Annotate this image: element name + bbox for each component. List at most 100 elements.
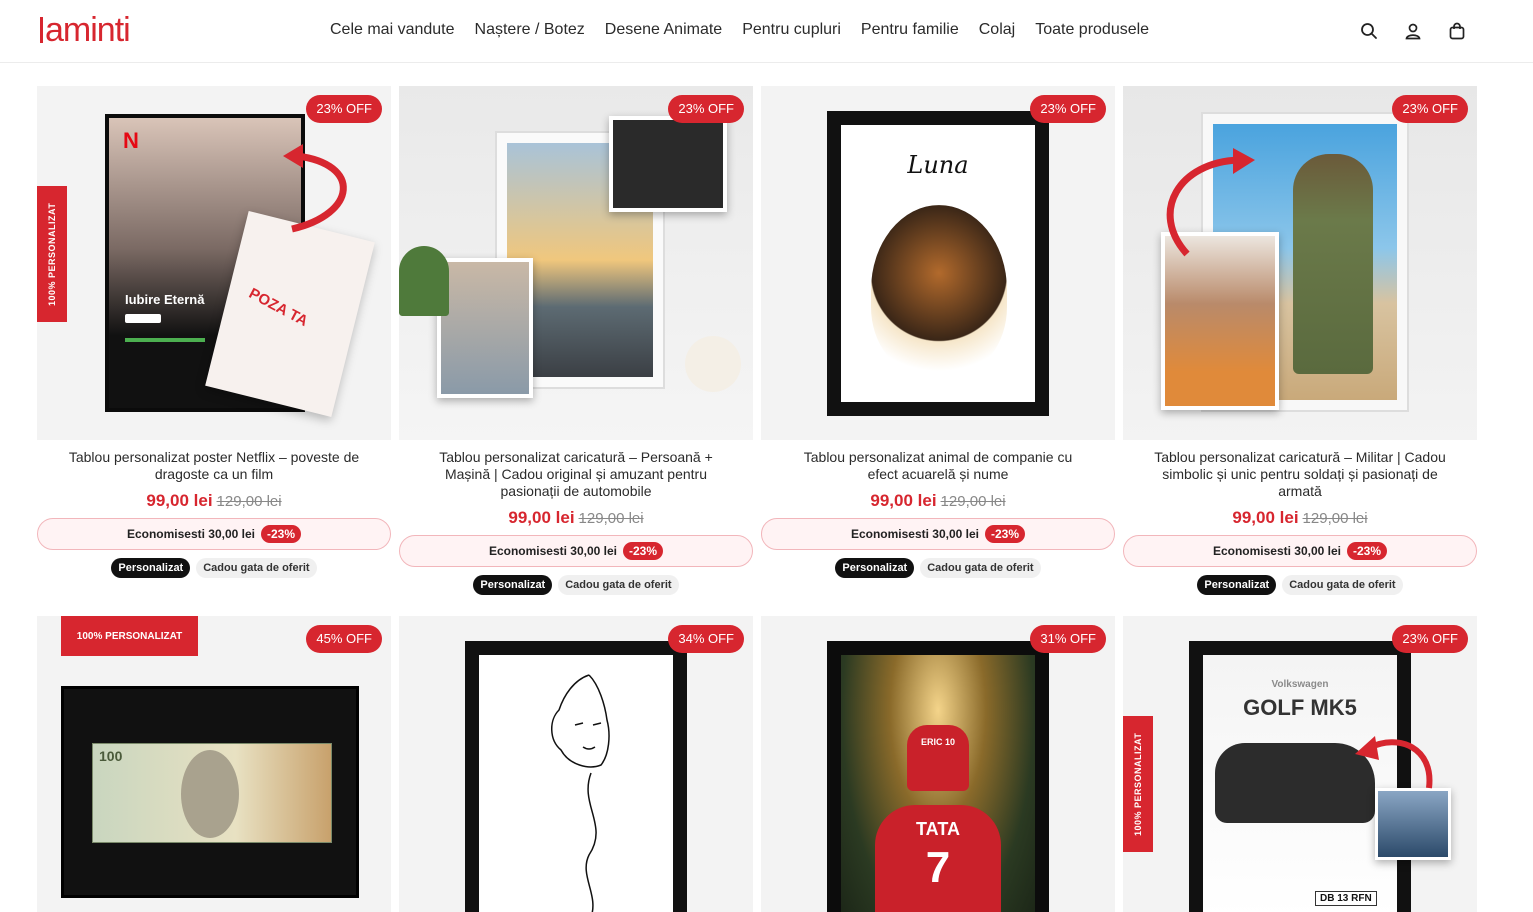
candle-decor	[685, 336, 741, 392]
plant-decor	[399, 246, 449, 316]
car-brand: Volkswagen	[1271, 679, 1329, 690]
tag-list: Personalizat Cadou gata de oferit	[761, 558, 1115, 578]
sale-price: 99,00 lei	[1232, 508, 1299, 527]
pet-name: Luna	[907, 151, 969, 179]
discount-badge: 23% OFF	[1030, 95, 1106, 123]
poster-title: Iubire Eternă	[125, 292, 205, 307]
savings-pill: Economisesti 30,00 lei -23%	[761, 518, 1115, 550]
tag-personalized: Personalizat	[1197, 575, 1277, 595]
photo-label: POZA TA	[245, 284, 311, 331]
product-card[interactable]: Luna 23% OFF Tablou personalizat animal …	[761, 86, 1115, 578]
product-image[interactable]: 23% OFF	[1123, 86, 1477, 440]
discount-badge: 23% OFF	[668, 95, 744, 123]
child-jersey: ERIC 10	[907, 725, 969, 791]
product-title[interactable]: Tablou personalizat caricatură – Militar…	[1123, 449, 1477, 500]
product-card[interactable]: 100% PERSONALIZAT N Iubire Eternă POZA T…	[37, 86, 391, 578]
product-card[interactable]: 34% OFF	[399, 616, 753, 912]
savings-percent: -23%	[1347, 542, 1388, 560]
football-frame: ERIC 10 TATA 7	[827, 641, 1049, 912]
arrow-icon	[1166, 148, 1255, 257]
account-icon[interactable]	[1402, 20, 1424, 42]
product-card[interactable]: 100% PERSONALIZAT Volkswagen GOLF MK5 DB…	[1123, 616, 1477, 912]
savings-text: Economisesti 30,00 lei	[850, 527, 980, 541]
product-card[interactable]: 100% PERSONALIZAT 100 45% OFF	[37, 616, 391, 912]
tag-personalized: Personalizat	[835, 558, 915, 578]
personalized-ribbon: 100% PERSONALIZAT	[61, 616, 198, 656]
product-image[interactable]: 34% OFF	[399, 616, 753, 912]
tag-list: Personalizat Cadou gata de oferit	[1123, 575, 1477, 595]
netflix-logo-icon: N	[123, 128, 139, 153]
product-image[interactable]: 100% PERSONALIZAT Volkswagen GOLF MK5 DB…	[1123, 616, 1477, 912]
arrow-icon	[1355, 736, 1433, 789]
play-icon	[125, 314, 161, 323]
discount-badge: 34% OFF	[668, 625, 744, 653]
discount-badge: 23% OFF	[1392, 95, 1468, 123]
product-image[interactable]: Luna 23% OFF	[761, 86, 1115, 440]
personalized-ribbon: 100% PERSONALIZAT	[1123, 716, 1153, 852]
savings-text: Economisesti 30,00 lei	[1212, 544, 1342, 558]
pet-art: Luna	[841, 125, 1035, 402]
person-photo	[437, 258, 533, 398]
father-jersey: TATA 7	[875, 805, 1001, 912]
product-image[interactable]: 23% OFF	[399, 86, 753, 440]
savings-text: Economisesti 30,00 lei	[126, 527, 256, 541]
discount-badge: 45% OFF	[306, 625, 382, 653]
product-card[interactable]: ERIC 10 TATA 7 31% OFF	[761, 616, 1115, 912]
product-title[interactable]: Tablou personalizat animal de companie c…	[761, 449, 1115, 483]
nav-couples[interactable]: Pentru cupluri	[742, 20, 841, 40]
pet-frame: Luna	[827, 111, 1049, 416]
price-row: 99,00 lei 129,00 lei	[399, 508, 753, 529]
banknote-art: 100	[92, 743, 332, 843]
tag-gift-ready: Cadou gata de oferit	[196, 558, 317, 578]
tag-list: Personalizat Cadou gata de oferit	[399, 575, 753, 595]
sale-price: 99,00 lei	[870, 491, 937, 510]
price-row: 99,00 lei 129,00 lei	[37, 491, 391, 512]
tag-gift-ready: Cadou gata de oferit	[558, 575, 679, 595]
logo-mark	[40, 17, 43, 43]
stadium-art: ERIC 10 TATA 7	[841, 655, 1035, 912]
savings-text: Economisesti 30,00 lei	[488, 544, 618, 558]
personalized-ribbon: 100% PERSONALIZAT	[37, 186, 67, 322]
site-logo[interactable]: aminti	[40, 11, 131, 49]
savings-pill: Economisesti 30,00 lei -23%	[1123, 535, 1477, 567]
logo-text: aminti	[45, 11, 131, 49]
nav-best-sellers[interactable]: Cele mai vandute	[330, 20, 455, 40]
product-title[interactable]: Tablou personalizat poster Netflix – pov…	[37, 449, 391, 483]
tag-list: Personalizat Cadou gata de oferit	[37, 558, 391, 578]
product-image[interactable]: 100% PERSONALIZAT 100 45% OFF	[37, 616, 391, 912]
product-image[interactable]: 100% PERSONALIZAT N Iubire Eternă POZA T…	[37, 86, 391, 440]
sale-price: 99,00 lei	[146, 491, 213, 510]
arrow-icon	[283, 144, 347, 233]
product-card[interactable]: 23% OFF Tablou personalizat caricatură –…	[1123, 86, 1477, 595]
savings-percent: -23%	[261, 525, 302, 543]
nav-all-products[interactable]: Toate produsele	[1035, 20, 1149, 40]
nav-collage[interactable]: Colaj	[979, 20, 1015, 40]
search-icon[interactable]	[1358, 20, 1380, 42]
car-model: GOLF MK5	[1243, 695, 1357, 720]
tag-personalized: Personalizat	[473, 575, 553, 595]
cart-icon[interactable]	[1446, 20, 1468, 42]
product-card[interactable]: 23% OFF Tablou personalizat caricatură –…	[399, 86, 753, 595]
license-plate: DB 13 RFN	[1315, 891, 1377, 906]
discount-badge: 23% OFF	[1392, 625, 1468, 653]
nav-birth-baptism[interactable]: Nașt​ere / Botez	[475, 20, 585, 40]
nav-cartoons[interactable]: Desene Animate	[605, 20, 722, 40]
discount-badge: 31% OFF	[1030, 625, 1106, 653]
site-header: aminti Cele mai vandute Nașt​ere / Botez…	[0, 0, 1533, 63]
tag-gift-ready: Cadou gata de oferit	[920, 558, 1041, 578]
tag-gift-ready: Cadou gata de oferit	[1282, 575, 1403, 595]
cat-illustration	[871, 205, 1007, 375]
product-image[interactable]: ERIC 10 TATA 7 31% OFF	[761, 616, 1115, 912]
savings-pill: Economisesti 30,00 lei -23%	[399, 535, 753, 567]
line-portrait-icon	[551, 674, 610, 912]
product-title[interactable]: Tablou personalizat caricatură – Persoan…	[399, 449, 753, 500]
car-photo	[1375, 788, 1451, 860]
nav-family[interactable]: Pentru familie	[861, 20, 959, 40]
car-photo	[609, 116, 727, 212]
sale-price: 99,00 lei	[508, 508, 575, 527]
portrait-oval	[181, 750, 239, 838]
soldier-figure	[1293, 154, 1373, 374]
banknote-frame: 100	[61, 686, 359, 898]
old-price: 129,00 lei	[1302, 510, 1368, 527]
savings-percent: -23%	[985, 525, 1026, 543]
